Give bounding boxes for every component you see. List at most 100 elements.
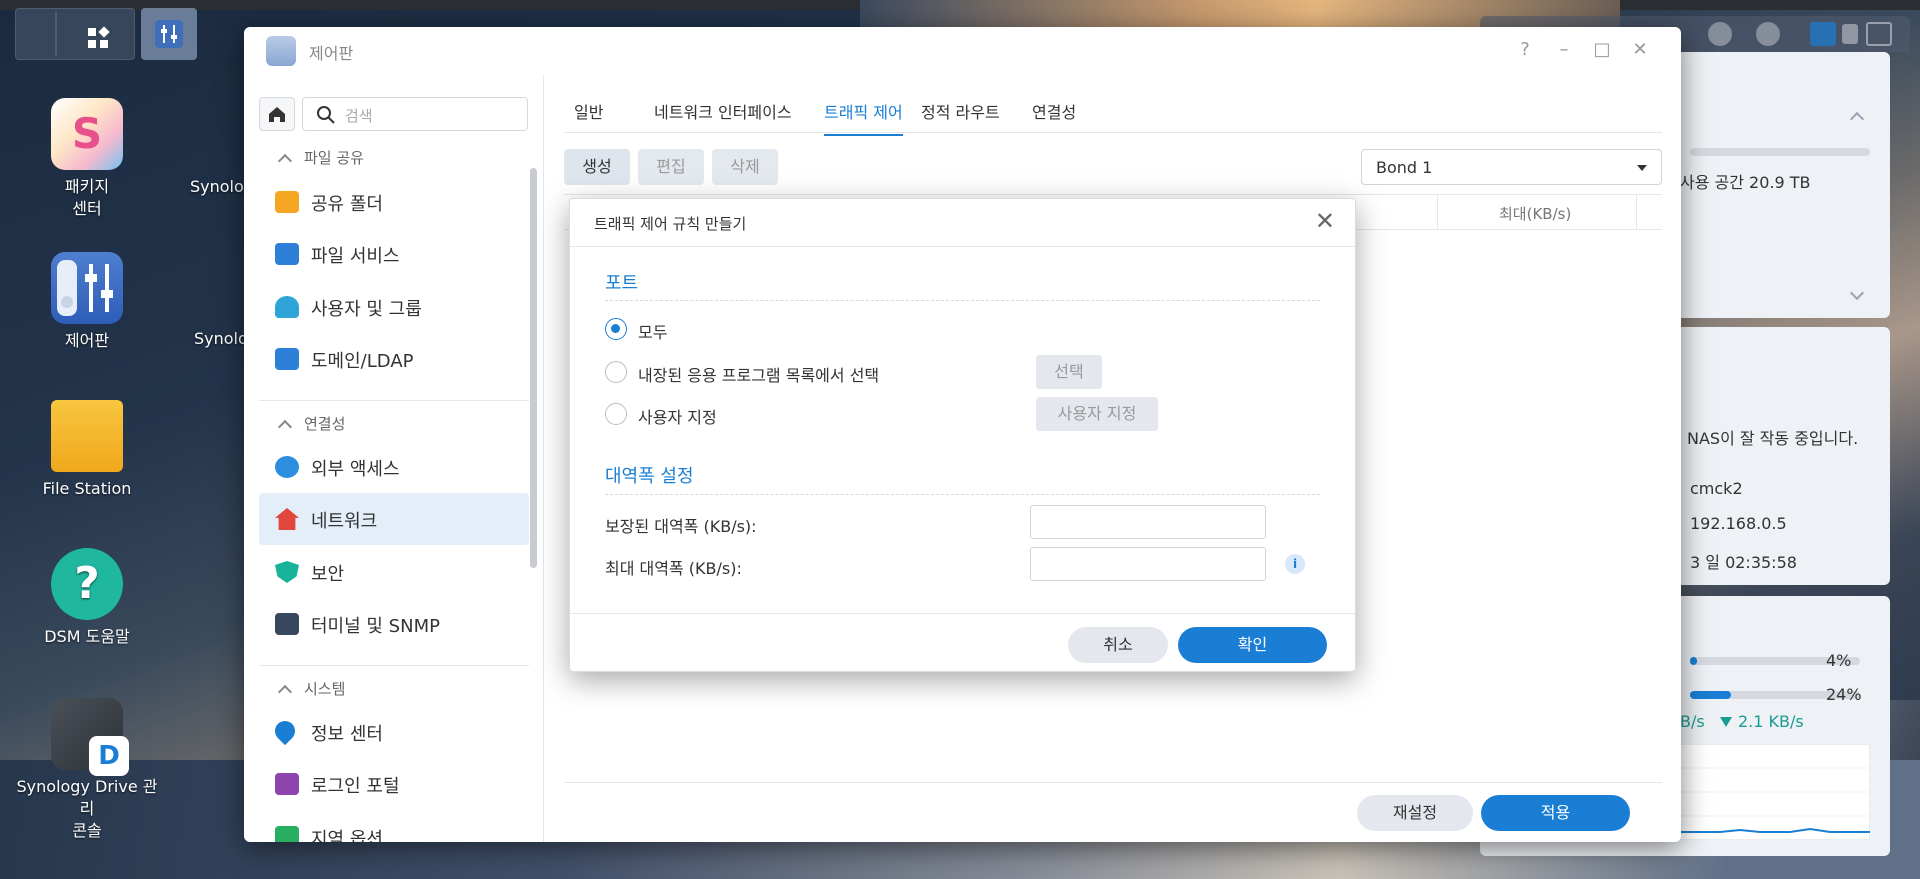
sidebar-item-file-services[interactable]: 파일 서비스 [259, 228, 529, 280]
sidebar-item-domain-ldap[interactable]: 도메인/LDAP [259, 333, 529, 385]
chevron-up-icon [277, 684, 293, 700]
radio-builtin-apps[interactable] [605, 361, 627, 383]
interface-select[interactable]: Bond 1 [1361, 149, 1662, 185]
max-bandwidth-label: 최대 대역폭 (KB/s): [605, 559, 742, 578]
chevron-up-icon [277, 153, 293, 169]
pin-icon[interactable] [1842, 24, 1858, 44]
info-icon[interactable]: i [1285, 554, 1305, 574]
apply-button[interactable]: 적용 [1481, 795, 1630, 831]
help-icon: ? [51, 548, 123, 620]
sidebar-item-users-groups[interactable]: 사용자 및 그룹 [259, 281, 529, 333]
radio-custom-label[interactable]: 사용자 지정 [638, 404, 717, 428]
info-pin-icon [270, 716, 300, 746]
tab-bar: 일반 네트워크 인터페이스 트래픽 제어 정적 라우트 연결성 [564, 75, 1662, 136]
ip-value: 192.168.0.5 [1690, 514, 1787, 533]
column-divider [1437, 195, 1438, 229]
radio-all[interactable] [605, 318, 627, 340]
external-access-icon [275, 456, 299, 478]
home-button[interactable] [259, 97, 295, 131]
hostname-value: cmck2 [1690, 479, 1743, 498]
ram-bar-fill [1690, 691, 1731, 699]
desktop-icon-label: 센터 [72, 199, 102, 218]
search-placeholder: 검색 [345, 107, 373, 125]
desktop-icon-label: 콘솔 [72, 821, 102, 840]
sidebar-divider [259, 665, 529, 666]
desktop-synology-partial-2[interactable]: Synolo [194, 328, 250, 350]
domain-icon [275, 348, 299, 370]
layout-icon[interactable] [1866, 22, 1892, 46]
storage-text: 사용 공간 20.9 TB [1680, 173, 1811, 192]
delete-button[interactable]: 삭제 [712, 149, 778, 185]
cancel-button[interactable]: 취소 [1068, 627, 1168, 663]
maximize-icon[interactable]: □ [1591, 39, 1613, 61]
widgets-icon[interactable] [1810, 22, 1836, 46]
shield-icon [275, 561, 299, 583]
minimize-icon[interactable]: – [1553, 39, 1575, 61]
sidebar-item-label: 사용자 및 그룹 [311, 299, 422, 320]
reset-button[interactable]: 재설정 [1357, 795, 1473, 831]
taskbar-control-panel[interactable] [141, 8, 197, 60]
desktop-synology-partial-1[interactable]: Synolo [190, 176, 250, 198]
section-divider [605, 494, 1320, 495]
tab-general[interactable]: 일반 [574, 99, 603, 123]
chat-icon[interactable] [1708, 22, 1732, 46]
sidebar-item-network[interactable]: 네트워크 [259, 493, 529, 545]
chevron-up-icon [277, 419, 293, 435]
dialog-header[interactable]: 트래픽 제어 규칙 만들기 ✕ [570, 199, 1355, 247]
cpu-value: 4% [1826, 651, 1852, 670]
sidebar-item-info-center[interactable]: 정보 센터 [259, 706, 529, 758]
sidebar-item-regional-options[interactable]: 지역 옵션 [259, 811, 529, 842]
column-max[interactable]: 최대(KB/s) [1499, 203, 1571, 224]
radio-builtin-apps-label[interactable]: 내장된 응용 프로그램 목록에서 선택 [638, 362, 879, 386]
section-file-sharing[interactable]: 파일 공유 [276, 147, 364, 169]
sidebar-scrollbar[interactable] [530, 168, 537, 568]
radio-all-label[interactable]: 모두 [638, 319, 667, 343]
desktop-dsm-help[interactable]: ? DSM 도움말 [12, 548, 162, 648]
select-app-button[interactable]: 선택 [1036, 355, 1102, 389]
close-icon[interactable]: ✕ [1315, 209, 1335, 233]
search-input[interactable]: 검색 [302, 97, 528, 131]
guaranteed-bandwidth-input[interactable] [1030, 505, 1266, 539]
desktop-file-station[interactable]: File Station [12, 400, 162, 500]
custom-port-button[interactable]: 사용자 지정 [1036, 397, 1158, 431]
sidebar-item-label: 도메인/LDAP [311, 351, 414, 372]
sidebar-item-login-portal[interactable]: 로그인 포털 [259, 758, 529, 810]
radio-custom[interactable] [605, 403, 627, 425]
window-titlebar[interactable]: 제어판 ? – □ ✕ [244, 27, 1681, 75]
sidebar-item-external-access[interactable]: 외부 액세스 [259, 441, 529, 493]
desktop-synology-drive-admin[interactable]: D Synology Drive 관리 콘솔 [12, 698, 162, 842]
interface-select-value: Bond 1 [1376, 158, 1433, 177]
tab-traffic-control[interactable]: 트래픽 제어 [824, 99, 903, 136]
dialog-footer-divider [570, 613, 1355, 614]
edit-button[interactable]: 편집 [638, 149, 704, 185]
chevron-down-icon[interactable] [1849, 285, 1865, 301]
help-icon[interactable]: ? [1514, 39, 1536, 61]
login-portal-icon [275, 773, 299, 795]
chevron-up-icon[interactable] [1849, 111, 1865, 127]
desktop-package-center[interactable]: S 패키지 센터 [12, 98, 162, 220]
max-bandwidth-input[interactable] [1030, 547, 1266, 581]
sidebar-item-terminal-snmp[interactable]: 터미널 및 SNMP [259, 598, 529, 650]
create-button[interactable]: 생성 [564, 149, 630, 185]
close-icon[interactable]: ✕ [1629, 39, 1651, 61]
section-connectivity[interactable]: 연결성 [276, 413, 345, 435]
user-icon[interactable] [1756, 22, 1780, 46]
health-text: NAS이 잘 작동 중입니다. [1687, 429, 1859, 448]
sidebar-item-shared-folder[interactable]: 공유 폴더 [259, 176, 529, 228]
control-panel-icon [266, 36, 296, 66]
tab-network-interface[interactable]: 네트워크 인터페이스 [654, 99, 792, 123]
download-arrow-icon [1720, 717, 1732, 727]
network-home-icon [275, 508, 299, 530]
upload-speed: B/s [1680, 712, 1705, 731]
desktop-control-panel[interactable]: 제어판 [12, 252, 162, 352]
home-icon [269, 107, 285, 122]
control-panel-icon [51, 252, 123, 324]
terminal-icon [275, 613, 299, 635]
sidebar-item-security[interactable]: 보안 [259, 546, 529, 598]
desktop-icon-label: Synology Drive 관리 [16, 777, 158, 818]
tab-connectivity[interactable]: 연결성 [1032, 99, 1076, 123]
ok-button[interactable]: 확인 [1178, 627, 1327, 663]
section-system[interactable]: 시스템 [276, 678, 345, 700]
main-menu-button[interactable] [15, 8, 135, 60]
tab-static-route[interactable]: 정적 라우트 [921, 99, 1000, 123]
